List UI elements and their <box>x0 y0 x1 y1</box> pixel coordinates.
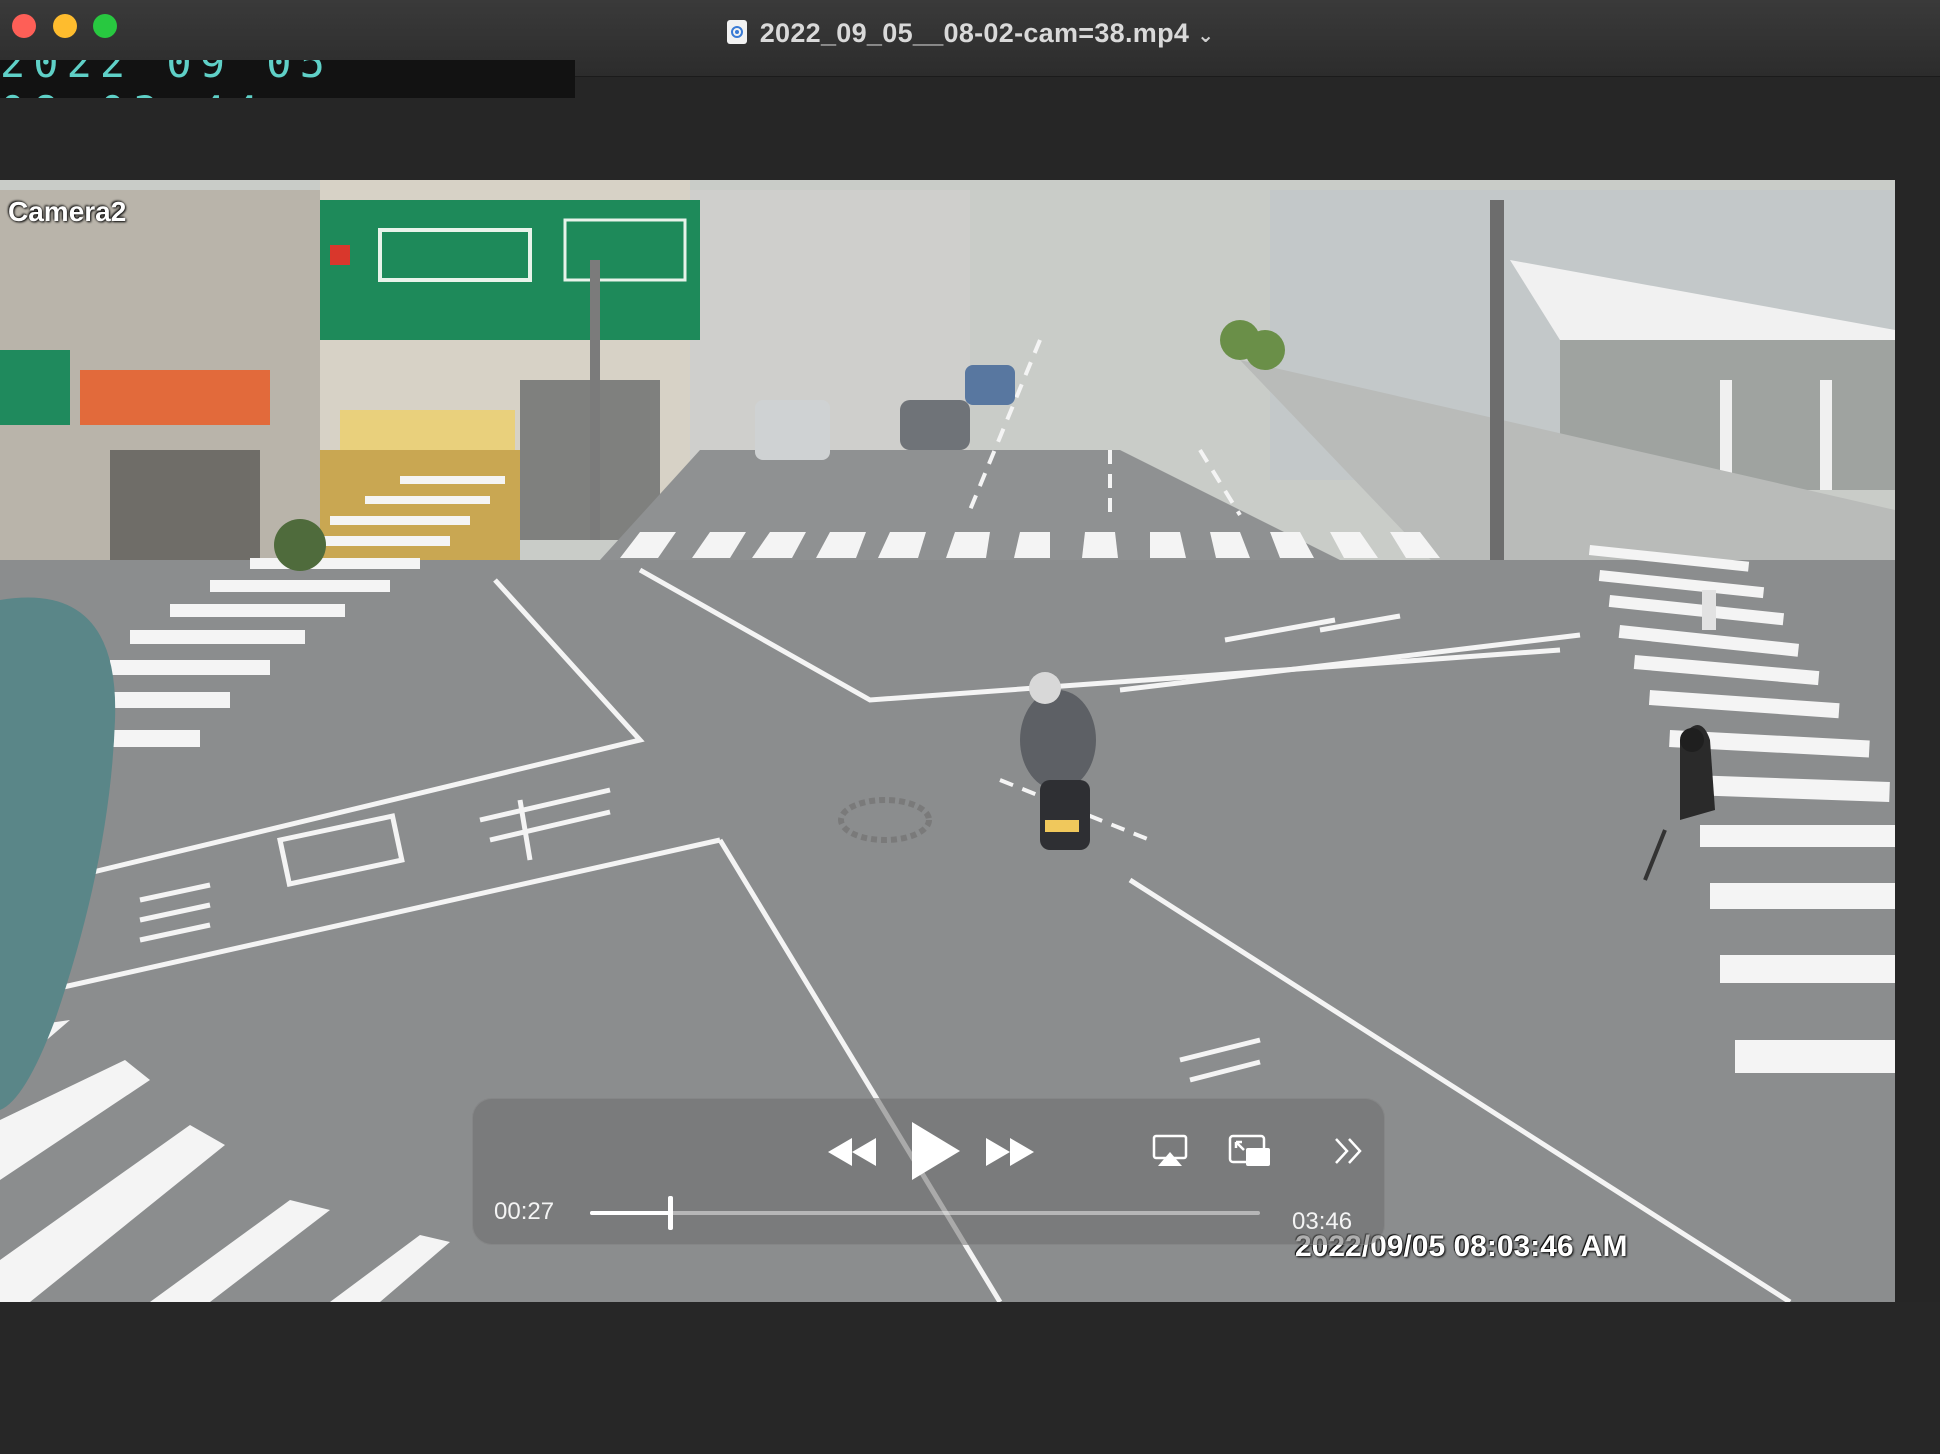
more-chevrons-icon[interactable] <box>1332 1136 1366 1166</box>
picture-in-picture-icon[interactable] <box>1228 1134 1272 1168</box>
airplay-icon[interactable] <box>1152 1134 1188 1168</box>
partial-timestamp-strip: 2022 09 05 08:03:44 <box>0 60 575 98</box>
video-file-icon <box>726 20 747 44</box>
camera-label: Camera2 <box>8 196 127 227</box>
window-title: 2022_09_05__08-02-cam=38.mp4 <box>759 18 1190 48</box>
fast-forward-icon[interactable] <box>984 1134 1036 1170</box>
chevron-down-icon[interactable]: ⌄ <box>1197 23 1214 48</box>
progress-fill <box>590 1211 670 1215</box>
play-icon[interactable] <box>908 1120 962 1182</box>
current-time: 00:27 <box>494 1198 555 1225</box>
rewind-icon[interactable] <box>826 1134 878 1170</box>
duration: 03:46 <box>1292 1208 1353 1235</box>
playback-controls[interactable]: 00:27 03:46 <box>472 1098 1385 1245</box>
partial-timestamp-text: 2022 09 05 08:03:44 <box>0 60 333 98</box>
window-bottom-area <box>0 1302 1940 1454</box>
window-title-area[interactable]: 2022_09_05__08-02-cam=38.mp4 ⌄ <box>0 18 1940 49</box>
progress-scrubber[interactable] <box>590 1196 1260 1230</box>
scrubber-knob[interactable] <box>668 1196 673 1230</box>
